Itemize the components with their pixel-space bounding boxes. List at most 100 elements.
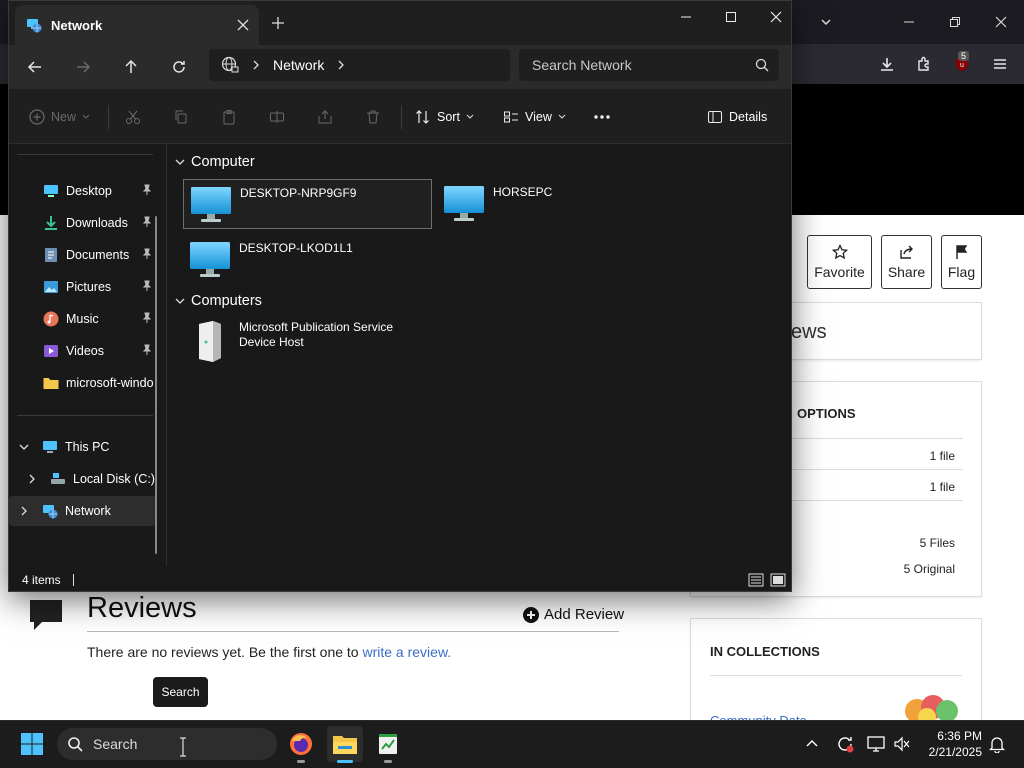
chevron-right-icon[interactable] [19,506,29,516]
firefox-icon [290,733,312,755]
breadcrumb-chevron-icon[interactable] [251,60,261,70]
copy-button[interactable] [173,103,189,131]
device-horsepc[interactable]: HORSEPC [437,179,686,229]
tree-item-local-disk[interactable]: Local Disk (C:) [9,464,157,494]
close-tab-icon[interactable] [237,19,249,31]
volume-muted-icon[interactable] [890,732,914,756]
extensions-icon[interactable] [910,50,938,78]
nav-label: Pictures [66,280,112,294]
favorite-button[interactable]: Favorite [807,235,872,289]
nav-item-pictures[interactable]: Pictures [9,272,157,302]
taskbar-notepad-app[interactable] [370,726,406,762]
nav-pane-scrollbar[interactable] [155,216,157,554]
downloads-icon [45,216,57,230]
chevron-right-icon[interactable] [27,474,37,484]
explorer-maximize-icon[interactable] [717,9,745,25]
start-button[interactable] [20,732,44,756]
downloads-icon[interactable] [873,50,901,78]
nav-item-music[interactable]: Music [9,304,157,334]
pin-icon[interactable] [141,248,153,260]
add-review-button[interactable]: Add Review [523,606,624,623]
breadcrumb-chevron-icon[interactable] [336,60,346,70]
address-bar[interactable]: Network [209,49,510,81]
back-button[interactable] [19,51,51,83]
browser-close-icon[interactable] [987,8,1015,36]
chevron-down-icon[interactable] [19,442,29,452]
browser-tab-list-icon[interactable] [812,8,840,36]
show-hidden-icons-icon[interactable] [800,732,824,756]
taskbar-file-explorer[interactable] [327,726,363,762]
new-button[interactable]: New [29,103,90,131]
browser-restore-icon[interactable] [941,8,969,36]
clock[interactable]: 6:36 PM 2/21/2025 [920,728,982,760]
notifications-bell-icon[interactable] [985,732,1009,756]
view-label: View [525,110,552,124]
option-row-files[interactable]: 5 Files [920,536,955,550]
rename-button[interactable] [269,103,285,131]
collection-thumbnail[interactable] [903,693,961,723]
pictures-icon [44,281,58,293]
refresh-button[interactable] [163,51,195,83]
up-button[interactable] [115,51,147,83]
delete-button[interactable] [365,103,381,131]
flag-button[interactable]: Flag [941,235,982,289]
tree-item-this-pc[interactable]: This PC [9,432,157,462]
group-header-computer[interactable]: Computer [175,152,255,172]
large-icons-view-icon[interactable] [770,573,786,587]
pin-icon[interactable] [141,344,153,356]
collections-heading: IN COLLECTIONS [710,644,820,659]
forward-button[interactable] [67,51,99,83]
device-publication-service[interactable]: Microsoft Publication Service Device Hos… [183,314,432,370]
nav-item-desktop[interactable]: Desktop [9,176,157,206]
chevron-down-icon [82,114,90,119]
nav-item-documents[interactable]: Documents [9,240,157,270]
share-label: Share [887,264,926,280]
tree-item-network[interactable]: Network [9,496,157,526]
new-tab-icon[interactable] [271,16,285,30]
explorer-close-icon[interactable] [762,9,790,25]
explorer-minimize-icon[interactable] [672,9,700,25]
breadcrumb-network[interactable]: Network [273,57,324,73]
computer-monitor-icon [444,186,484,221]
nav-item-folder[interactable]: microsoft-windo [9,368,157,398]
nav-item-downloads[interactable]: Downloads [9,208,157,238]
status-bar: 4 items [9,566,791,591]
write-review-link[interactable]: write a review. [362,644,451,660]
network-icon [27,19,42,33]
documents-icon [45,248,57,262]
menu-icon[interactable] [986,50,1014,78]
svg-text:u: u [960,62,964,69]
details-button[interactable]: Details [707,103,767,131]
details-view-icon[interactable] [748,573,764,587]
pin-icon[interactable] [141,312,153,324]
more-options-button[interactable] [593,103,611,131]
taskbar-search-box[interactable]: Search [57,728,277,760]
star-icon [831,244,848,260]
display-icon[interactable] [864,732,888,756]
explorer-tab-network[interactable]: Network [15,5,259,45]
pin-icon[interactable] [141,216,153,228]
sync-alert-icon[interactable] [833,732,857,756]
taskbar-firefox[interactable] [283,726,319,762]
copy-icon [175,110,187,124]
paste-button[interactable] [221,103,237,131]
share-file-button[interactable] [317,103,333,131]
share-button[interactable]: Share [881,235,932,289]
up-arrow-icon [125,59,137,73]
trash-icon [367,110,379,124]
explorer-search-box[interactable]: Search Network [519,49,779,81]
nav-item-videos[interactable]: Videos [9,336,157,366]
device-desktop-nrp9gf9[interactable]: DESKTOP-NRP9GF9 [183,179,432,229]
option-row-original[interactable]: 5 Original [904,562,955,576]
sort-button[interactable]: Sort [415,103,474,131]
desktop-icon [44,185,58,197]
cut-button[interactable] [125,103,141,131]
option-row-2[interactable]: 1 file [930,480,955,494]
pin-icon[interactable] [141,280,153,292]
pin-icon[interactable] [141,184,153,196]
device-desktop-lkod1l1[interactable]: DESKTOP-LKOD1L1 [183,235,432,285]
browser-minimize-icon[interactable] [895,8,923,36]
group-header-computers[interactable]: Computers [175,291,262,311]
option-row-1[interactable]: 1 file [930,449,955,463]
view-button[interactable]: View [503,103,566,131]
